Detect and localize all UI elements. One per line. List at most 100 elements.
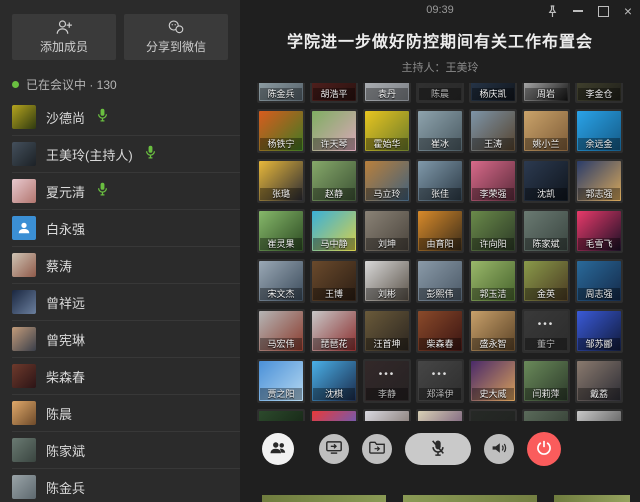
grid-participant-name: 杨铁宁 — [260, 138, 302, 150]
grid-participant-tile[interactable]: ••• 沈凯 — [522, 159, 570, 203]
grid-participant-tile[interactable]: ••• 张璐 — [257, 159, 305, 203]
grid-participant-name: 张璐 — [260, 188, 302, 200]
status-dot-icon — [12, 81, 19, 88]
grid-participant-tile[interactable]: ••• 郑泽伊 — [416, 359, 464, 403]
grid-participant-tile[interactable]: ••• 郭志强 — [575, 159, 623, 203]
speaker-button[interactable] — [484, 434, 514, 464]
grid-participant-tile[interactable]: ••• 王涛 — [469, 109, 517, 153]
grid-participant-tile[interactable]: ••• 许天琴 — [310, 109, 358, 153]
grid-participant-tile[interactable]: ••• 郭玉洁 — [469, 259, 517, 303]
grid-participant-tile[interactable]: ••• 琵琶花 — [310, 309, 358, 353]
grid-participant-tile[interactable]: ••• 王博 — [310, 259, 358, 303]
mic-on-icon — [97, 108, 108, 127]
grid-participant-name: 胡浩平 — [313, 88, 355, 100]
grid-participant-tile[interactable]: ••• 袁丹 — [363, 83, 411, 103]
close-icon[interactable]: × — [624, 4, 632, 18]
grid-participant-tile[interactable]: ••• — [416, 409, 464, 421]
grid-participant-tile[interactable]: ••• 汪首坤 — [363, 309, 411, 353]
end-call-button[interactable] — [527, 432, 561, 466]
grid-participant-tile[interactable]: ••• 彭熙伟 — [416, 259, 464, 303]
grid-participant-name: 马立玲 — [366, 188, 408, 200]
grid-participant-tile[interactable]: ••• 沈棋 — [310, 359, 358, 403]
grid-participant-name: 董宁 — [525, 338, 567, 350]
grid-participant-tile[interactable]: ••• 刘彬 — [363, 259, 411, 303]
participant-grid[interactable]: ••• 陈金兵 ••• 胡浩平 ••• 袁丹 ••• 陈晨 ••• 杨庆凯 ••… — [240, 83, 640, 421]
grid-participant-tile[interactable]: ••• 余远金 — [575, 109, 623, 153]
participant-list-item[interactable]: 曾宪琳 — [12, 321, 240, 358]
participant-list-item[interactable]: 曾祥远 — [12, 284, 240, 321]
grid-participant-name: 陈金兵 — [260, 88, 302, 100]
grid-participant-tile[interactable]: ••• — [522, 409, 570, 421]
grid-participant-name: 戴荔 — [578, 388, 620, 400]
grid-participant-tile[interactable]: ••• 史大威 — [469, 359, 517, 403]
grid-participant-name: 马宏伟 — [260, 338, 302, 350]
grid-participant-tile[interactable]: ••• 盛永智 — [469, 309, 517, 353]
grid-participant-tile[interactable]: ••• — [310, 409, 358, 421]
grid-participant-tile[interactable]: ••• 崔冰 — [416, 109, 464, 153]
grid-participant-tile[interactable]: ••• 柴森春 — [416, 309, 464, 353]
grid-participant-tile[interactable]: ••• 董宁 — [522, 309, 570, 353]
grid-participant-tile[interactable]: ••• 邹苏郦 — [575, 309, 623, 353]
sidebar: 添加成员 分享到微信 已在会议中 · 130 沙德尚 王美玲(主持人) — [0, 0, 240, 502]
file-share-button[interactable] — [362, 434, 392, 464]
participant-list-item[interactable]: 蔡涛 — [12, 247, 240, 284]
grid-participant-tile[interactable]: ••• 霍始华 — [363, 109, 411, 153]
screen-share-button[interactable] — [319, 434, 349, 464]
add-member-button[interactable]: 添加成员 — [12, 14, 116, 60]
grid-participant-tile[interactable]: ••• 赵静 — [310, 159, 358, 203]
grid-participant-tile[interactable]: ••• 杨铁宁 — [257, 109, 305, 153]
person-add-icon — [55, 19, 73, 35]
grid-participant-tile[interactable]: ••• 宋文杰 — [257, 259, 305, 303]
grid-participant-tile[interactable]: ••• 马立玲 — [363, 159, 411, 203]
grid-participant-tile[interactable]: ••• 闫莉萍 — [522, 359, 570, 403]
grid-participant-tile[interactable]: ••• 陈晨 — [416, 83, 464, 103]
grid-participant-name: 宋文杰 — [260, 288, 302, 300]
pin-icon[interactable] — [547, 4, 558, 18]
participant-name: 曾宪琳 — [46, 330, 85, 349]
grid-participant-tile[interactable]: ••• 李荣强 — [469, 159, 517, 203]
grid-participant-tile[interactable]: ••• 陈家斌 — [522, 209, 570, 253]
grid-participant-tile[interactable]: ••• 周志强 — [575, 259, 623, 303]
grid-participant-name: 郭玉洁 — [472, 288, 514, 300]
grid-participant-tile[interactable]: ••• 张佳 — [416, 159, 464, 203]
grid-participant-tile[interactable]: ••• 毛雪飞 — [575, 209, 623, 253]
grid-participant-tile[interactable]: ••• 马宏伟 — [257, 309, 305, 353]
participant-list[interactable]: 沙德尚 王美玲(主持人) 夏元清 白永强 蔡涛 曾祥远 — [12, 99, 240, 502]
grid-participant-name: 毛雪飞 — [578, 238, 620, 250]
status-label: 已在会议中 · 130 — [26, 76, 117, 93]
participants-button[interactable] — [262, 433, 294, 465]
share-wechat-button[interactable]: 分享到微信 — [124, 14, 228, 60]
participant-list-item[interactable]: 王美玲(主持人) — [12, 136, 240, 173]
grid-participant-tile[interactable]: ••• 刘坤 — [363, 209, 411, 253]
participant-list-item[interactable]: 陈家斌 — [12, 432, 240, 469]
grid-participant-tile[interactable]: ••• 许向阳 — [469, 209, 517, 253]
grid-participant-tile[interactable]: ••• — [363, 409, 411, 421]
participant-name: 曾祥远 — [46, 293, 85, 312]
participant-list-item[interactable]: 柴森春 — [12, 358, 240, 395]
participant-list-item[interactable]: 夏元清 — [12, 173, 240, 210]
grid-participant-tile[interactable]: ••• 马中静 — [310, 209, 358, 253]
mute-button[interactable] — [405, 433, 471, 465]
grid-participant-tile[interactable]: ••• 周岩 — [522, 83, 570, 103]
grid-participant-tile[interactable]: ••• 贾之阳 — [257, 359, 305, 403]
grid-participant-tile[interactable]: ••• 李静 — [363, 359, 411, 403]
grid-participant-tile[interactable]: ••• 胡浩平 — [310, 83, 358, 103]
grid-participant-tile[interactable]: ••• 杨庆凯 — [469, 83, 517, 103]
grid-participant-tile[interactable]: ••• — [469, 409, 517, 421]
grid-participant-tile[interactable]: ••• 由育阳 — [416, 209, 464, 253]
participant-list-item[interactable]: 陈晨 — [12, 395, 240, 432]
minimize-icon[interactable] — [573, 4, 583, 18]
grid-participant-tile[interactable]: ••• — [575, 409, 623, 421]
wechat-icon — [167, 19, 185, 35]
grid-participant-tile[interactable]: ••• 陈金兵 — [257, 83, 305, 103]
participant-list-item[interactable]: 沙德尚 — [12, 99, 240, 136]
participant-list-item[interactable]: 陈金兵 — [12, 469, 240, 502]
grid-participant-tile[interactable]: ••• 戴荔 — [575, 359, 623, 403]
grid-participant-tile[interactable]: ••• 金英 — [522, 259, 570, 303]
grid-participant-tile[interactable]: ••• 崔灵果 — [257, 209, 305, 253]
grid-participant-tile[interactable]: ••• 李金仓 — [575, 83, 623, 103]
grid-participant-tile[interactable]: ••• — [257, 409, 305, 421]
maximize-icon[interactable] — [598, 4, 609, 18]
grid-participant-tile[interactable]: ••• 姚小兰 — [522, 109, 570, 153]
participant-list-item[interactable]: 白永强 — [12, 210, 240, 247]
